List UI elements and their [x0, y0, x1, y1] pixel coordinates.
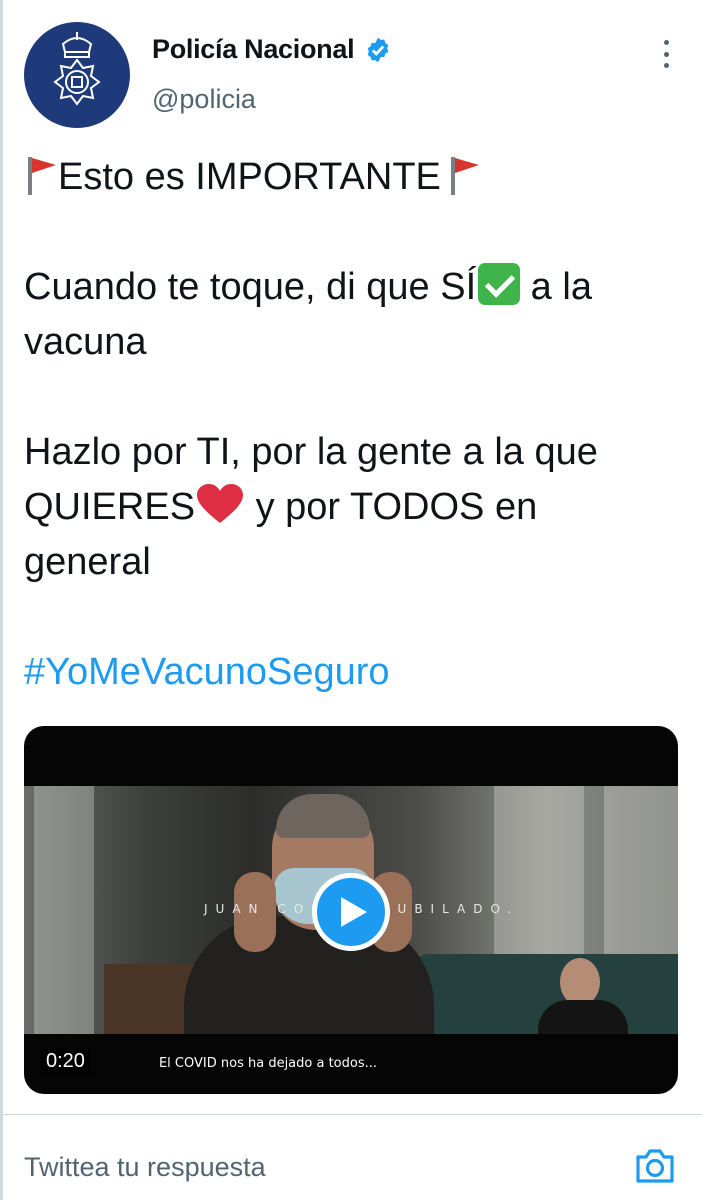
- author-display-name[interactable]: Policía Nacional: [152, 34, 355, 65]
- tweet-line-vaccine: Cuando te toque, di que SÍ a la vacuna: [24, 260, 674, 370]
- reply-input[interactable]: [24, 1147, 584, 1187]
- sign-interpreter-head: [560, 958, 600, 1006]
- important-text: Esto es IMPORTANTE: [58, 156, 441, 198]
- reply-bar: [0, 1115, 702, 1200]
- play-button[interactable]: [312, 873, 390, 951]
- red-heart-icon: [197, 484, 244, 523]
- author-name-row: Policía Nacional: [152, 34, 392, 65]
- play-icon: [341, 897, 367, 927]
- red-flag-icon: [450, 157, 479, 195]
- red-flag-icon: [28, 157, 56, 195]
- camera-icon[interactable]: [634, 1145, 676, 1185]
- sign-interpreter-body: [538, 1000, 628, 1034]
- author-handle[interactable]: @policia: [152, 84, 256, 115]
- avatar[interactable]: [24, 22, 130, 128]
- video-subtitle: El COVID nos ha dejado a todos...: [158, 1056, 378, 1071]
- person-hair: [276, 794, 370, 838]
- police-badge-icon: [53, 32, 101, 106]
- tweet-line-important: Esto es IMPORTANTE: [24, 150, 674, 205]
- scene-window: [34, 786, 94, 1034]
- more-vertical-icon[interactable]: [662, 40, 670, 68]
- left-border: [0, 0, 3, 1200]
- tweet-text: Esto es IMPORTANTE Cuando te toque, di q…: [24, 150, 674, 700]
- check-mark-icon: [478, 263, 521, 305]
- hashtag-link[interactable]: #YoMeVacunoSeguro: [24, 645, 674, 700]
- video-player[interactable]: JUAN CONT JUBILADO. 0:20 El COVID nos ha…: [24, 726, 678, 1094]
- video-caption-role: JUBILADO.: [386, 902, 520, 916]
- verified-badge-icon: [368, 37, 389, 62]
- tweet-line-people: Hazlo por TI, por la gente a la que QUIE…: [24, 425, 674, 590]
- vaccine-text-a: Cuando te toque, di que SÍ: [24, 266, 477, 308]
